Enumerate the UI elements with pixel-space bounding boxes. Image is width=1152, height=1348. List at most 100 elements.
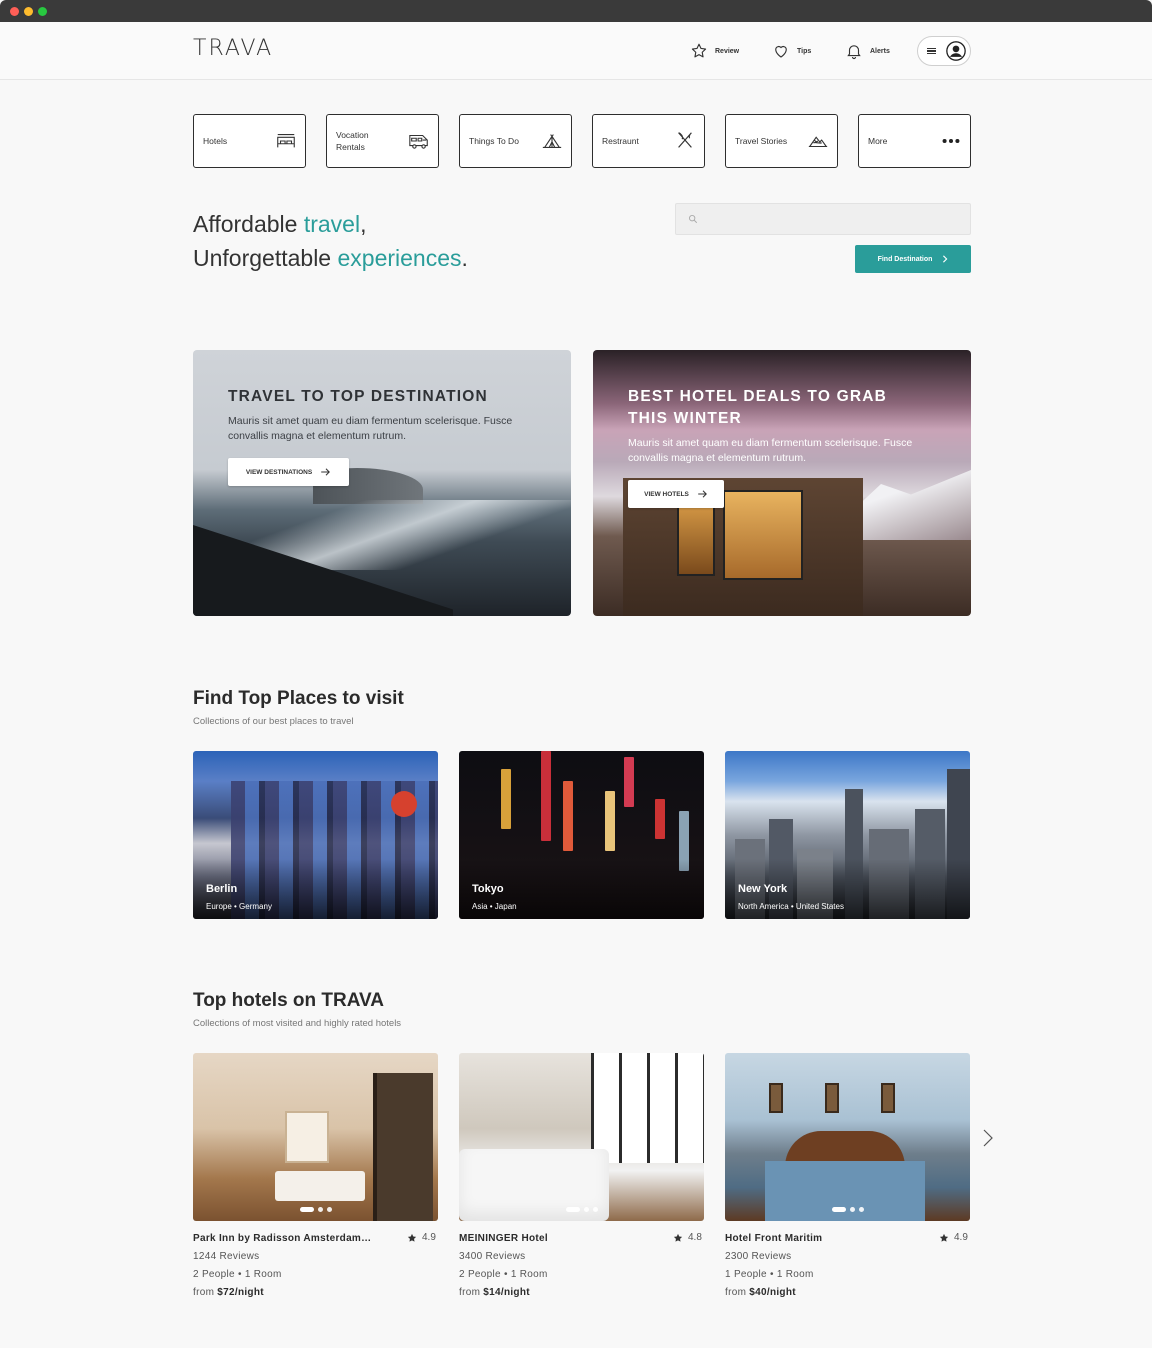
hotel-photo <box>591 1053 704 1163</box>
price-value: $14/night <box>483 1287 530 1298</box>
chevron-right-icon[interactable] <box>982 1128 994 1148</box>
hero-line-1: Affordable travel, <box>193 207 468 241</box>
close-window-button[interactable] <box>10 7 19 16</box>
carousel-dot[interactable] <box>583 1207 589 1212</box>
hotel-reviews: 2300 Reviews <box>725 1251 792 1262</box>
places-subtitle: Collections of our best places to travel <box>193 716 354 727</box>
tent-icon <box>542 134 562 148</box>
place-name: Berlin <box>206 883 238 895</box>
carousel-dots <box>299 1207 332 1212</box>
find-destination-button[interactable]: Find Destination <box>855 245 971 273</box>
place-card-new-york[interactable]: New York North America • United States <box>725 751 970 919</box>
minimize-window-button[interactable] <box>24 7 33 16</box>
place-card-tokyo[interactable]: Tokyo Asia • Japan <box>459 751 704 919</box>
hotel-rating: 4.9 <box>939 1232 968 1243</box>
hotel-photo <box>373 1073 433 1221</box>
category-hotels[interactable]: Hotels <box>193 114 306 168</box>
hotel-name[interactable]: Hotel Front Maritim <box>725 1233 915 1244</box>
price-value: $40/night <box>749 1287 796 1298</box>
place-image <box>501 769 511 829</box>
search-icon <box>689 215 698 224</box>
place-region: Asia • Japan <box>472 902 517 911</box>
carousel-dot[interactable] <box>592 1207 598 1212</box>
promo-card-hotel-deals[interactable]: BEST HOTEL DEALS TO GRAB THIS WINTER Mau… <box>593 350 971 616</box>
place-image <box>563 781 573 851</box>
carousel-dot[interactable] <box>565 1207 580 1212</box>
star-icon <box>691 43 707 58</box>
user-icon <box>946 41 966 61</box>
hotel-image-carousel[interactable] <box>725 1053 970 1221</box>
category-label: Things To Do <box>469 136 519 146</box>
rating-value: 4.9 <box>422 1232 436 1243</box>
hotel-reviews: 3400 Reviews <box>459 1251 526 1262</box>
hotel-capacity: 2 People • 1 Room <box>193 1269 282 1280</box>
heart-icon <box>775 45 787 58</box>
category-restaurant[interactable]: Restraunt <box>592 114 705 168</box>
nav-tips-label: Tips <box>797 47 812 55</box>
hotel-rating: 4.9 <box>407 1232 436 1243</box>
carousel-dot[interactable] <box>299 1207 314 1212</box>
category-label: Restraunt <box>602 136 639 146</box>
hero-text: , <box>360 211 367 237</box>
logo[interactable]: TRAVA <box>193 36 273 61</box>
category-label: Travel Stories <box>735 136 788 146</box>
maximize-window-button[interactable] <box>38 7 47 16</box>
find-destination-label: Find Destination <box>877 255 933 263</box>
hero-accent-text: experiences <box>337 245 462 271</box>
hotel-name[interactable]: Park Inn by Radisson Amsterdam… <box>193 1233 383 1244</box>
search-input[interactable] <box>706 213 956 225</box>
category-things-to-do[interactable]: Things To Do <box>459 114 572 168</box>
hotel-photo <box>765 1161 925 1221</box>
hotels-title: Top hotels on TRAVA <box>193 990 385 1011</box>
hotel-rating: 4.8 <box>673 1232 702 1243</box>
more-dots-icon <box>942 138 960 144</box>
place-card-berlin[interactable]: Berlin Europe • Germany <box>193 751 438 919</box>
carousel-dot[interactable] <box>831 1207 846 1212</box>
carousel-dot[interactable] <box>849 1207 855 1212</box>
promo-text: Mauris sit amet quam eu diam fermentum s… <box>228 415 513 442</box>
hero-line-2: Unforgettable experiences. <box>193 241 468 275</box>
hotel-image-carousel[interactable] <box>459 1053 704 1221</box>
promo-card-destinations[interactable]: TRAVEL TO TOP DESTINATION Mauris sit ame… <box>193 350 571 616</box>
nav-review[interactable]: Review <box>690 42 739 60</box>
hotel-reviews: 1244 Reviews <box>193 1251 260 1262</box>
view-destinations-button[interactable]: VIEW DESTINATIONS <box>228 458 349 486</box>
category-vacation-rentals[interactable]: Vocation Rentals <box>326 114 439 168</box>
hero-accent-text: travel <box>303 211 361 237</box>
user-menu-button[interactable] <box>917 36 971 66</box>
price-prefix: from <box>725 1287 750 1298</box>
category-label: Hotels <box>203 136 228 146</box>
hotel-photo <box>825 1083 839 1113</box>
carousel-dot[interactable] <box>317 1207 323 1212</box>
arrow-right-icon <box>321 468 331 476</box>
promo-title: BEST HOTEL DEALS TO GRAB THIS WINTER <box>628 388 888 427</box>
place-name: Tokyo <box>472 883 504 895</box>
category-more[interactable]: More <box>858 114 971 168</box>
carousel-dot[interactable] <box>326 1207 332 1212</box>
hotel-name[interactable]: MEININGER Hotel <box>459 1233 649 1244</box>
hotel-capacity: 1 People • 1 Room <box>725 1269 814 1280</box>
hotels-subtitle: Collections of most visited and highly r… <box>193 1018 402 1029</box>
nav-alerts[interactable]: Alerts <box>845 42 890 60</box>
hotel-price: from $40/night <box>725 1287 796 1298</box>
star-icon <box>407 1233 417 1242</box>
category-travel-stories[interactable]: Travel Stories <box>725 114 838 168</box>
hero-text: Unforgettable <box>193 245 338 271</box>
nav-tips[interactable]: Tips <box>772 42 811 60</box>
hotel-photo <box>881 1083 895 1113</box>
hotel-bed-icon <box>277 134 295 148</box>
price-prefix: from <box>193 1287 218 1298</box>
destination-search[interactable] <box>675 203 971 235</box>
price-prefix: from <box>459 1287 484 1298</box>
hotel-image-carousel[interactable] <box>193 1053 438 1221</box>
carousel-dots <box>565 1207 598 1212</box>
view-hotels-button[interactable]: VIEW HOTELS <box>628 480 724 508</box>
hotel-price: from $14/night <box>459 1287 530 1298</box>
carousel-dot[interactable] <box>858 1207 864 1212</box>
top-header: TRAVA Review Tips Alerts <box>0 22 1152 80</box>
hotel-photo <box>285 1111 329 1163</box>
star-icon <box>939 1233 949 1242</box>
hotel-capacity: 2 People • 1 Room <box>459 1269 548 1280</box>
camper-van-icon <box>409 134 428 149</box>
place-region: North America • United States <box>738 902 844 911</box>
